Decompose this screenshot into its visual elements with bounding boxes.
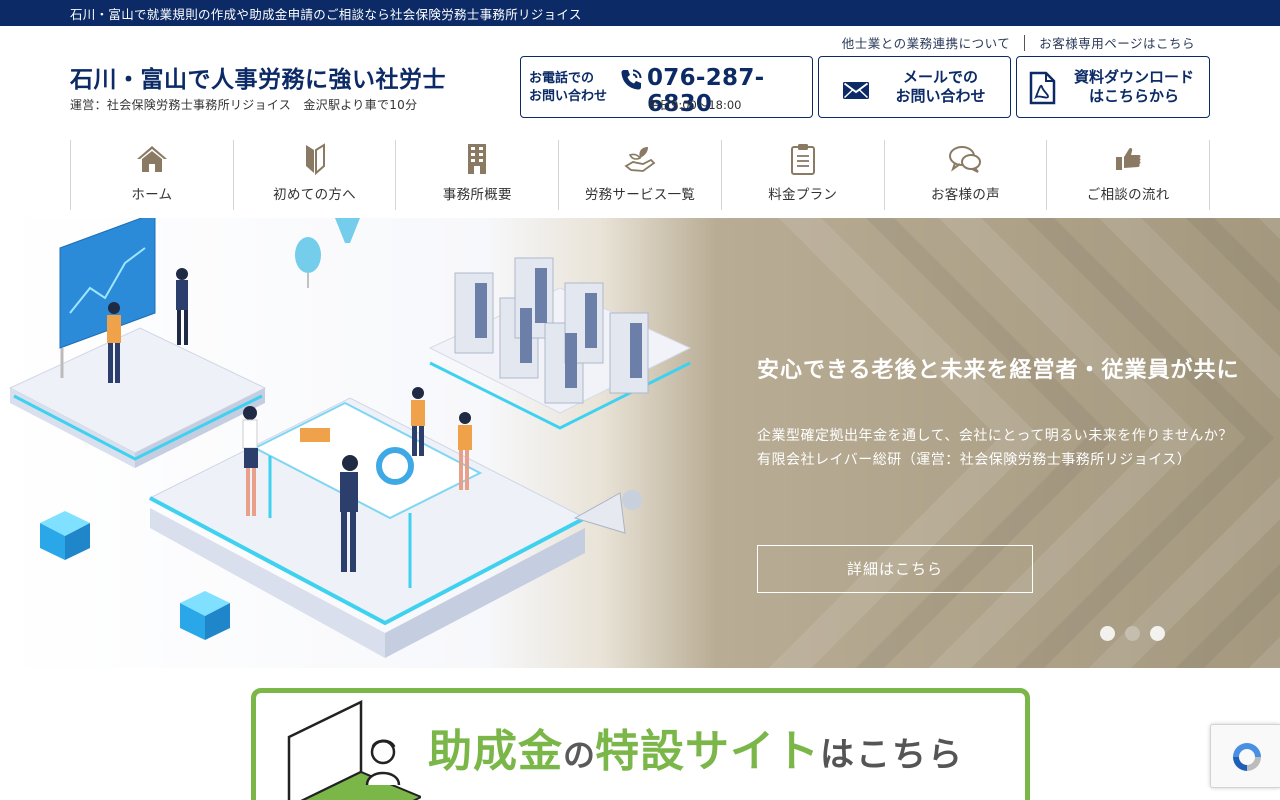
mail-icon: [843, 82, 869, 99]
pdf-document-icon: [1029, 71, 1056, 105]
download-button-label: 資料ダウンロード はこちらから: [1059, 68, 1209, 106]
building-icon: [468, 144, 487, 174]
phone-label-line1: お電話での: [529, 71, 595, 86]
nav-label: ホーム: [131, 187, 173, 203]
nav-label: 料金プラン: [768, 187, 838, 203]
phone-contact-box[interactable]: お電話での お問い合わせ 076-287-6830 平日9:00～18:00: [520, 56, 813, 118]
mail-button-label: メールでの お問い合わせ: [883, 68, 998, 106]
utility-divider: [1024, 34, 1026, 51]
nav-item-home[interactable]: ホーム: [71, 140, 234, 210]
hero-details-button[interactable]: 詳細はこちら: [757, 545, 1033, 593]
hero-text-line2: 有限会社レイバー総研（運営：社会保険労務士事務所リジョイス）: [757, 452, 1192, 468]
beginner-mark-icon: [305, 143, 325, 176]
download-button[interactable]: 資料ダウンロード はこちらから: [1016, 56, 1210, 118]
subsidy-site-banner[interactable]: 助成金の特設サイトはこちら: [251, 688, 1030, 800]
nav-item-office[interactable]: 事務所概要: [396, 140, 560, 210]
banner-special-site: 特設サイト: [595, 726, 821, 777]
slider-dot-2[interactable]: [1125, 626, 1140, 641]
phone-label: お電話での お問い合わせ: [529, 70, 621, 106]
hero-text-line1: 企業型確定拠出年金を通して、会社にとって明るい未来を作りませんか？: [757, 428, 1233, 444]
home-icon: [136, 146, 167, 172]
top-announcement-text: 石川・富山で就業規則の作成や助成金申請のご相談なら社会保険労務士事務所リジョイス: [70, 7, 582, 22]
clipboard-icon: [790, 144, 815, 175]
banner-text: 助成金の特設サイトはこちら: [428, 715, 964, 779]
download-label-line1: 資料ダウンロード: [1073, 68, 1194, 86]
site-title[interactable]: 石川・富山で人事労務に強い社労士: [70, 60, 446, 94]
mail-label-line1: メールでの: [902, 68, 978, 86]
nav-label: ご相談の流れ: [1086, 187, 1170, 203]
utility-links: 他士業との業務連携について お客様専用ページはこちら: [842, 33, 1195, 52]
top-announcement-bar: 石川・富山で就業規則の作成や助成金申請のご相談なら社会保険労務士事務所リジョイス: [0, 0, 1280, 26]
client-page-link[interactable]: お客様専用ページはこちら: [1039, 33, 1195, 52]
laptop-person-illustration: [287, 700, 421, 800]
partner-link[interactable]: 他士業との業務連携について: [842, 33, 1011, 52]
hero-title: 安心できる老後と未来を経営者・従業員が共に: [757, 358, 1240, 383]
hero-description: 企業型確定拠出年金を通して、会社にとって明るい未来を作りませんか？ 有限会社レイ…: [757, 424, 1233, 472]
phone-icon: [621, 69, 642, 90]
nav-label: 事務所概要: [442, 187, 512, 203]
site-subtitle: 運営：社会保険労務士事務所リジョイス 金沢駅より車で10分: [70, 98, 418, 112]
nav-item-services[interactable]: 労務サービス一覧: [559, 140, 722, 210]
banner-particle: の: [563, 736, 596, 774]
hero-office-illustration: [8, 218, 692, 658]
mail-contact-button[interactable]: メールでの お問い合わせ: [818, 56, 1011, 118]
hero-slider: 安心できる老後と未来を経営者・従業員が共に 企業型確定拠出年金を通して、会社にと…: [0, 218, 1280, 668]
nav-item-pricing[interactable]: 料金プラン: [722, 140, 885, 210]
nav-label: 労務サービス一覧: [584, 187, 696, 203]
nav-item-beginners[interactable]: 初めての方へ: [234, 140, 397, 210]
download-label-line2: はこちらから: [1088, 87, 1179, 105]
phone-label-line2: お問い合わせ: [529, 89, 608, 104]
slider-pagination: [1100, 626, 1165, 641]
banner-subsidy: 助成金: [428, 726, 563, 777]
nav-label: お客様の声: [930, 187, 1000, 203]
banner-here: はこちら: [820, 735, 965, 775]
mail-label-line2: お問い合わせ: [895, 87, 986, 105]
nav-item-consultation-flow[interactable]: ご相談の流れ: [1047, 140, 1211, 210]
slider-dot-1[interactable]: [1100, 626, 1115, 641]
slider-dot-3[interactable]: [1150, 626, 1165, 641]
recaptcha-icon: [1233, 743, 1261, 771]
hand-plant-icon: [624, 147, 656, 172]
recaptcha-badge[interactable]: [1210, 724, 1280, 788]
nav-item-testimonials[interactable]: お客様の声: [885, 140, 1048, 210]
phone-hours: 平日9:00～18:00: [648, 98, 742, 112]
thumbs-up-icon: [1116, 147, 1141, 170]
nav-label: 初めての方へ: [273, 187, 356, 203]
global-navigation: ホーム 初めての方へ 事務所概要 労務サービス一覧 料金プラン お客様の声 ご相…: [70, 140, 1211, 210]
speech-bubbles-icon: [949, 146, 982, 173]
